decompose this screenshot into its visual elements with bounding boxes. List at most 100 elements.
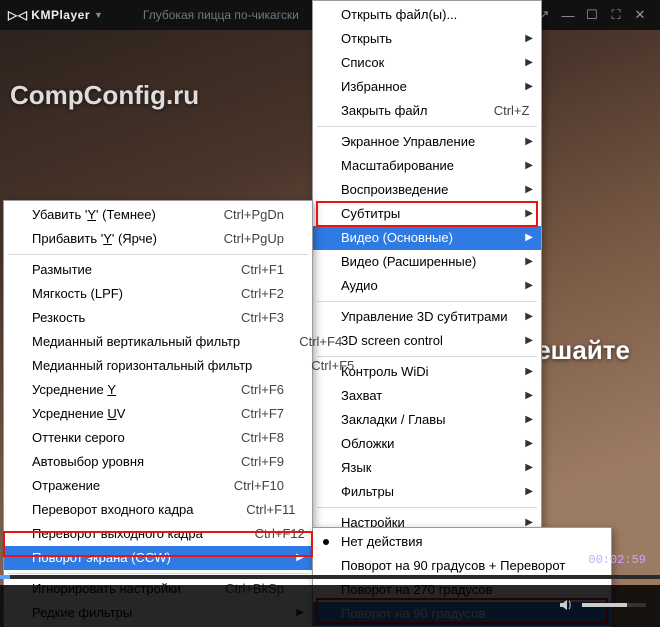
menu-item-shortcut: Ctrl+F12	[227, 522, 305, 546]
menu-item-shortcut: Ctrl+F7	[206, 402, 284, 426]
menu-item-label: Фильтры	[341, 480, 513, 504]
submenu-arrow-icon: ▶	[525, 329, 533, 353]
main-menu-separator	[317, 301, 537, 302]
menu-item-label: Закрыть файл	[341, 99, 427, 123]
video-basic-item-8[interactable]: Усреднение YCtrl+F6	[4, 378, 312, 402]
menu-item-shortcut: Ctrl+PgUp	[206, 227, 284, 251]
main-menu-item-8[interactable]: Воспроизведение ▶	[313, 178, 541, 202]
speaker-icon[interactable]	[558, 597, 574, 613]
submenu-arrow-icon: ▶	[525, 274, 533, 298]
submenu-arrow-icon: ▶	[525, 178, 533, 202]
main-menu-separator	[317, 126, 537, 127]
context-menu-main[interactable]: Открыть файл(ы)...Открыть▶Список▶Избранн…	[312, 0, 542, 562]
brand-dropdown-icon[interactable]: ▼	[94, 10, 103, 20]
submenu-arrow-icon: ▶	[525, 226, 533, 250]
watermark-text: CompConfig.ru	[10, 80, 199, 111]
submenu-arrow-icon: ▶	[525, 305, 533, 329]
submenu-arrow-icon: ▶	[525, 456, 533, 480]
menu-item-shortcut: Ctrl+F2	[206, 282, 284, 306]
restore-icon[interactable]: ☐	[580, 7, 604, 23]
menu-item-label: Резкость	[32, 306, 182, 330]
video-basic-item-12[interactable]: ОтражениеCtrl+F10	[4, 474, 312, 498]
menu-item-label: Нет действия	[341, 530, 583, 554]
main-menu-item-9[interactable]: Субтитры ▶	[313, 202, 541, 226]
menu-item-shortcut: Ctrl+PgDn	[206, 203, 284, 227]
menu-item-label: Экранное Управление	[341, 130, 513, 154]
main-menu-item-1[interactable]: Открыть ▶	[313, 27, 541, 51]
menu-item-label: Список	[341, 51, 513, 75]
app-brand: ▷◁ KMPlayer	[8, 8, 90, 22]
video-basic-separator	[8, 254, 308, 255]
menu-item-label: Субтитры	[341, 202, 513, 226]
menu-item-label: Усреднение UV	[32, 402, 182, 426]
video-basic-item-4[interactable]: Мягкость (LPF)Ctrl+F2	[4, 282, 312, 306]
video-basic-item-6[interactable]: Медианный вертикальный фильтрCtrl+F4	[4, 330, 312, 354]
close-icon[interactable]: ✕	[628, 7, 652, 23]
submenu-arrow-icon: ▶	[525, 250, 533, 274]
menu-item-label: Прибавить 'Y' (Ярче)	[32, 227, 182, 251]
video-basic-item-0[interactable]: Убавить 'Y' (Темнее)Ctrl+PgDn	[4, 203, 312, 227]
menu-item-label: Закладки / Главы	[341, 408, 513, 432]
main-menu-item-10[interactable]: Видео (Основные)▶	[313, 226, 541, 250]
promo-text: ешайте	[536, 335, 630, 366]
menu-item-label: Видео (Расширенные)	[341, 250, 513, 274]
now-playing-title: Глубокая пицца по-чикагски	[143, 8, 299, 22]
main-menu-item-2[interactable]: Список ▶	[313, 51, 541, 75]
time-elapsed: 00:02:59	[588, 553, 646, 567]
video-basic-item-14[interactable]: Переворот выходного кадраCtrl+F12	[4, 522, 312, 546]
menu-item-shortcut: Ctrl+F1	[206, 258, 284, 282]
main-menu-item-15[interactable]: 3D screen control▶	[313, 329, 541, 353]
rotate-item-0[interactable]: Нет действия	[313, 530, 611, 554]
main-menu-item-0[interactable]: Открыть файл(ы)...	[313, 3, 541, 27]
submenu-arrow-icon: ▶	[525, 432, 533, 456]
menu-item-label: Избранное	[341, 75, 513, 99]
main-menu-item-19[interactable]: Закладки / Главы ▶	[313, 408, 541, 432]
menu-item-label: Масштабирование	[341, 154, 513, 178]
menu-item-label: Открыть файл(ы)...	[341, 3, 513, 27]
menu-item-label: Управление 3D субтитрами	[341, 305, 513, 329]
video-basic-item-9[interactable]: Усреднение UV Ctrl+F7	[4, 402, 312, 426]
submenu-arrow-icon: ▶	[525, 202, 533, 226]
video-basic-item-7[interactable]: Медианный горизонтальный фильтрCtrl+F5	[4, 354, 312, 378]
menu-item-label: Воспроизведение	[341, 178, 513, 202]
seek-bar[interactable]	[0, 575, 660, 579]
main-menu-item-12[interactable]: Аудио ▶	[313, 274, 541, 298]
video-basic-item-10[interactable]: Оттенки серогоCtrl+F8	[4, 426, 312, 450]
menu-item-label: Открыть	[341, 27, 513, 51]
menu-item-label: Медианный вертикальный фильтр	[32, 330, 240, 354]
playback-bar: 00:02:59	[0, 585, 660, 627]
video-basic-item-1[interactable]: Прибавить 'Y' (Ярче) Ctrl+PgUp	[4, 227, 312, 251]
main-menu-item-14[interactable]: Управление 3D субтитрами ▶	[313, 305, 541, 329]
submenu-arrow-icon: ▶	[525, 360, 533, 384]
fullscreen-icon[interactable]: ⛶	[604, 7, 628, 23]
submenu-arrow-icon: ▶	[525, 51, 533, 75]
main-menu-item-22[interactable]: Фильтры ▶	[313, 480, 541, 504]
submenu-arrow-icon: ▶	[525, 75, 533, 99]
menu-item-shortcut: Ctrl+F9	[206, 450, 284, 474]
volume-slider[interactable]	[582, 603, 646, 607]
submenu-arrow-icon: ▶	[525, 480, 533, 504]
main-menu-item-7[interactable]: Масштабирование▶	[313, 154, 541, 178]
menu-item-label: Размытие	[32, 258, 182, 282]
main-menu-item-21[interactable]: Язык▶	[313, 456, 541, 480]
main-menu-item-6[interactable]: Экранное Управление▶	[313, 130, 541, 154]
minimize-icon[interactable]: —	[556, 8, 580, 23]
main-menu-item-3[interactable]: Избранное ▶	[313, 75, 541, 99]
main-menu-item-4[interactable]: Закрыть файлCtrl+Z	[313, 99, 541, 123]
video-basic-item-15[interactable]: Поворот экрана (CCW)▶	[4, 546, 312, 570]
main-menu-item-18[interactable]: Захват▶	[313, 384, 541, 408]
video-basic-item-3[interactable]: Размытие Ctrl+F1	[4, 258, 312, 282]
main-menu-separator	[317, 507, 537, 508]
video-basic-item-5[interactable]: Резкость Ctrl+F3	[4, 306, 312, 330]
menu-item-label: Усреднение Y	[32, 378, 182, 402]
submenu-arrow-icon: ▶	[525, 27, 533, 51]
menu-item-label: Автовыбор уровня	[32, 450, 182, 474]
submenu-arrow-icon: ▶	[525, 408, 533, 432]
video-basic-item-13[interactable]: Переворот входного кадраCtrl+F11	[4, 498, 312, 522]
main-menu-item-20[interactable]: Обложки▶	[313, 432, 541, 456]
submenu-video-basic[interactable]: Убавить 'Y' (Темнее)Ctrl+PgDnПрибавить '…	[3, 200, 313, 627]
main-menu-item-11[interactable]: Видео (Расширенные) ▶	[313, 250, 541, 274]
video-basic-item-11[interactable]: Автовыбор уровня Ctrl+F9	[4, 450, 312, 474]
menu-item-label: Аудио	[341, 274, 513, 298]
menu-item-shortcut: Ctrl+F3	[206, 306, 284, 330]
